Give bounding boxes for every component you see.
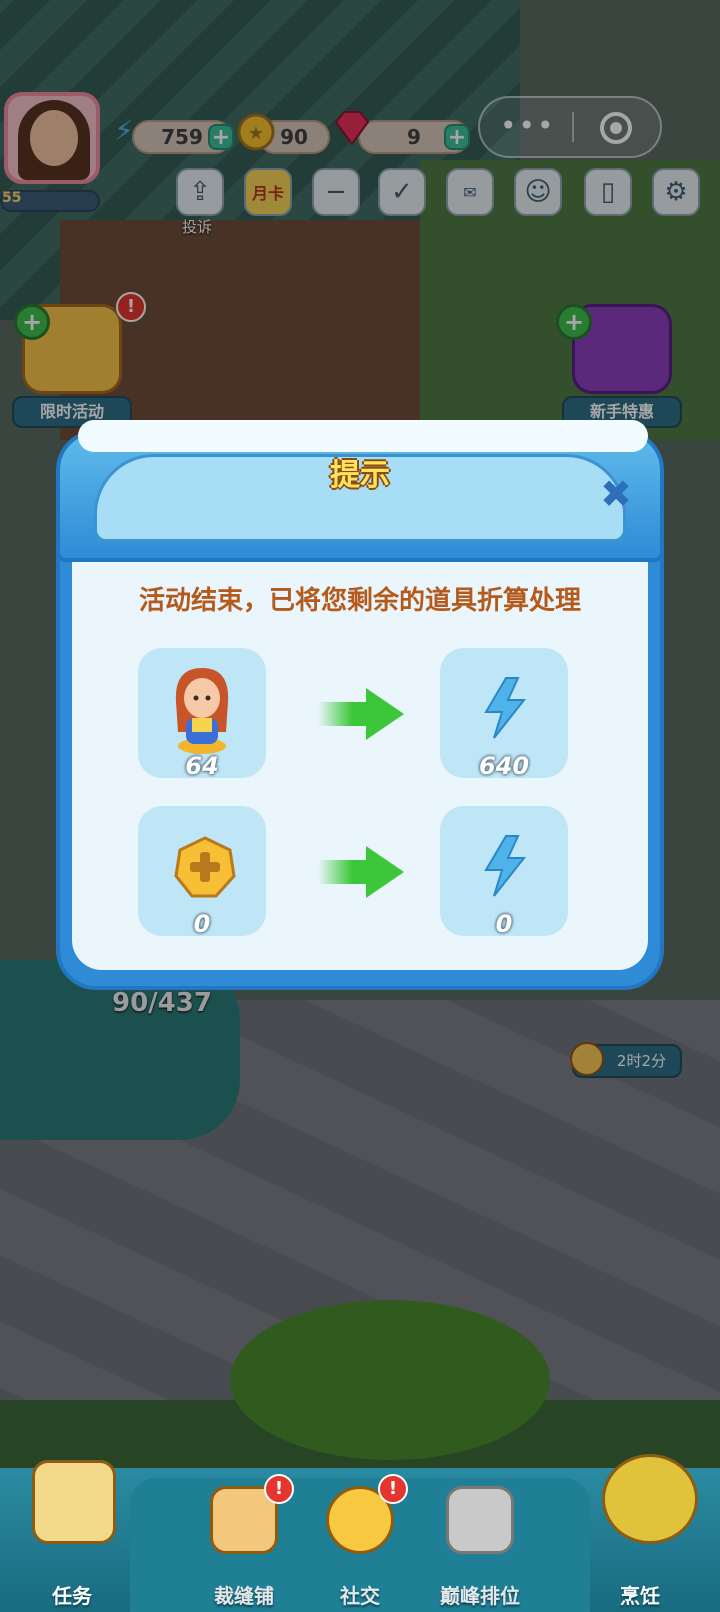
social-alert-badge: ! bbox=[378, 1474, 408, 1504]
nav-tasks[interactable]: 任务 bbox=[12, 1450, 132, 1612]
task-checklist-icon bbox=[32, 1460, 116, 1544]
convert-arrow-icon bbox=[318, 846, 404, 898]
source-item-count: 64 bbox=[185, 752, 219, 780]
target-item-slot: 0 bbox=[440, 806, 568, 938]
nav-cooking[interactable]: 烹饪 bbox=[592, 1450, 712, 1612]
target-item-count: 640 bbox=[478, 752, 530, 780]
source-item-slot: 64 bbox=[138, 648, 266, 780]
dialog-title: 提示 bbox=[330, 458, 390, 493]
notice-dialog: 提示 ✖ 活动结束，已将您剩余的道具折算处理 64 640 0 0 bbox=[56, 420, 664, 990]
energy-bolt-icon bbox=[484, 835, 527, 897]
dialog-message: 活动结束，已将您剩余的道具折算处理 bbox=[138, 586, 581, 616]
convert-arrow-icon bbox=[318, 688, 404, 740]
source-item-count: 0 bbox=[193, 910, 211, 938]
target-item-slot: 640 bbox=[440, 648, 568, 780]
trophy-lock-icon bbox=[446, 1486, 514, 1554]
source-item-slot: 0 bbox=[138, 806, 266, 938]
target-item-count: 0 bbox=[495, 910, 513, 938]
cooking-pot-icon bbox=[602, 1454, 698, 1544]
nav-peak-ranking[interactable]: 巅峰排位 bbox=[420, 1450, 540, 1612]
close-icon[interactable]: ✖ bbox=[592, 470, 640, 518]
energy-bolt-icon bbox=[484, 677, 527, 739]
nav-tailor-shop[interactable]: ! 裁缝铺 bbox=[184, 1450, 304, 1612]
tailor-alert-badge: ! bbox=[264, 1474, 294, 1504]
girl-figure-icon bbox=[175, 668, 229, 754]
coin-token-icon bbox=[174, 836, 236, 898]
nav-social[interactable]: ! 社交 bbox=[300, 1450, 420, 1612]
